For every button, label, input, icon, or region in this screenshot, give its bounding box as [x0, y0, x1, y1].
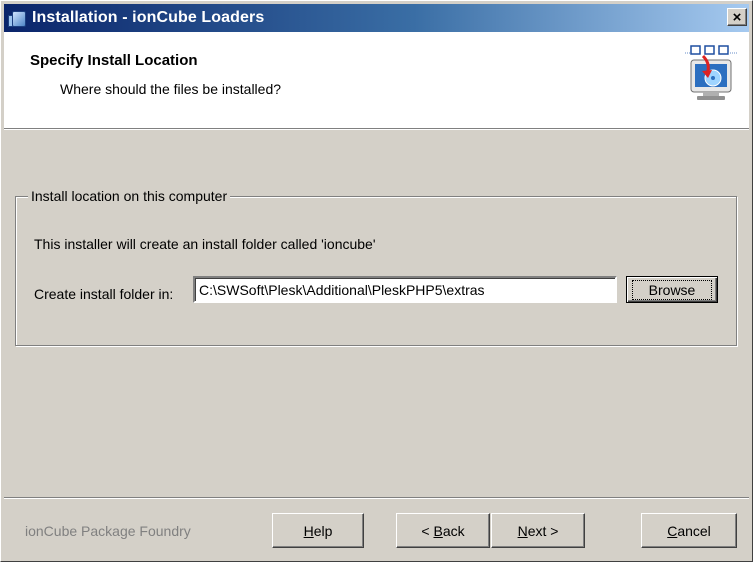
installer-window: Installation - ionCube Loaders × Specify…: [0, 0, 753, 562]
wizard-header: Specify Install Location Where should th…: [4, 32, 749, 129]
install-folder-label: Create install folder in:: [34, 286, 174, 302]
page-subtitle: Where should the files be installed?: [60, 81, 282, 97]
group-legend: Install location on this computer: [28, 188, 231, 204]
cancel-button-label: Cancel: [667, 522, 711, 539]
browse-button-label: Browse: [631, 279, 713, 300]
cancel-button[interactable]: Cancel: [641, 513, 737, 548]
installer-app-icon: [8, 9, 26, 27]
brand-label: ionCube Package Foundry: [25, 523, 191, 539]
back-button-label: < Back: [421, 522, 465, 539]
browse-button[interactable]: Browse: [626, 276, 718, 303]
help-button-label: Help: [303, 522, 333, 539]
page-title: Specify Install Location: [30, 52, 198, 69]
next-button[interactable]: Next >: [491, 513, 585, 548]
footer-divider: [4, 497, 749, 499]
install-location-group: Install location on this computer This i…: [15, 188, 737, 346]
install-location-icon: [685, 45, 737, 100]
next-button-label: Next >: [517, 522, 559, 539]
help-button[interactable]: Help: [272, 513, 364, 548]
close-button[interactable]: ×: [727, 8, 747, 26]
close-icon: ×: [732, 8, 742, 26]
install-folder-description: This installer will create an install fo…: [34, 236, 376, 252]
install-folder-input[interactable]: [193, 276, 617, 303]
back-button[interactable]: < Back: [396, 513, 490, 548]
window-title: Installation - ionCube Loaders: [32, 9, 265, 26]
title-bar[interactable]: Installation - ionCube Loaders ×: [4, 4, 749, 32]
